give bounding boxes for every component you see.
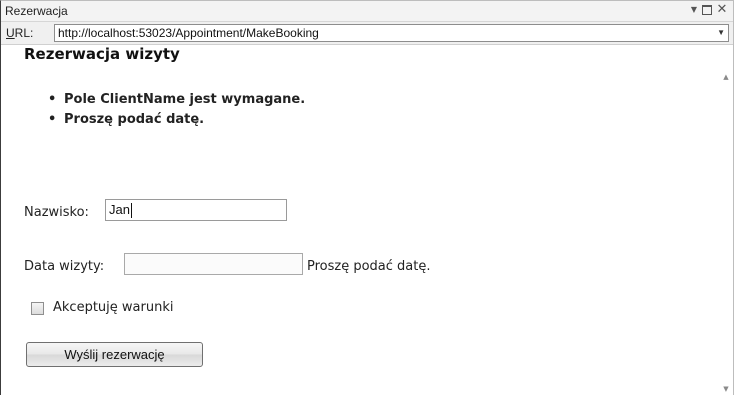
bullet-icon: • — [48, 112, 57, 127]
scroll-up-icon[interactable]: ▲ — [722, 73, 730, 81]
title-bar: Rezerwacja ▼ ✕ — [1, 1, 733, 22]
url-label-text: RL: — [14, 26, 34, 40]
url-text: http://localhost:53023/Appointment/MakeB… — [58, 26, 319, 40]
text-caret — [130, 203, 132, 219]
date-error-message: Proszę podać datę. — [307, 259, 431, 274]
date-label: Data wizyty: — [24, 259, 105, 274]
page-title: Rezerwacja wizyty — [24, 45, 180, 63]
vertical-scrollbar[interactable]: ▲ ▼ — [719, 45, 733, 395]
url-label-accesskey: U — [6, 26, 15, 40]
submit-button[interactable]: Wyślij rezerwację — [26, 342, 203, 367]
url-input[interactable]: http://localhost:53023/Appointment/MakeB… — [54, 24, 729, 42]
dropdown-arrow-icon[interactable]: ▼ — [688, 3, 700, 17]
name-input[interactable]: Jan — [105, 199, 287, 221]
date-input[interactable] — [124, 253, 303, 275]
terms-label[interactable]: Akceptuję warunki — [53, 300, 173, 315]
validation-error-text: Proszę podać datę. — [64, 112, 205, 127]
scroll-down-icon[interactable]: ▼ — [722, 385, 730, 393]
terms-checkbox[interactable] — [31, 302, 44, 315]
validation-error-text: Pole ClientName jest wymagane. — [64, 92, 306, 107]
close-icon[interactable]: ✕ — [716, 3, 728, 17]
name-input-value: Jan — [109, 202, 130, 217]
browser-window: Rezerwacja ▼ ✕ URL: http://localhost:530… — [0, 0, 734, 395]
url-dropdown-icon[interactable]: ▼ — [717, 25, 725, 41]
url-bar: URL: http://localhost:53023/Appointment/… — [1, 22, 733, 45]
bullet-icon: • — [48, 92, 57, 107]
window-title: Rezerwacja — [5, 4, 68, 18]
name-label: Nazwisko: — [24, 205, 89, 220]
url-label: URL: — [6, 26, 33, 40]
maximize-icon[interactable] — [701, 3, 713, 17]
